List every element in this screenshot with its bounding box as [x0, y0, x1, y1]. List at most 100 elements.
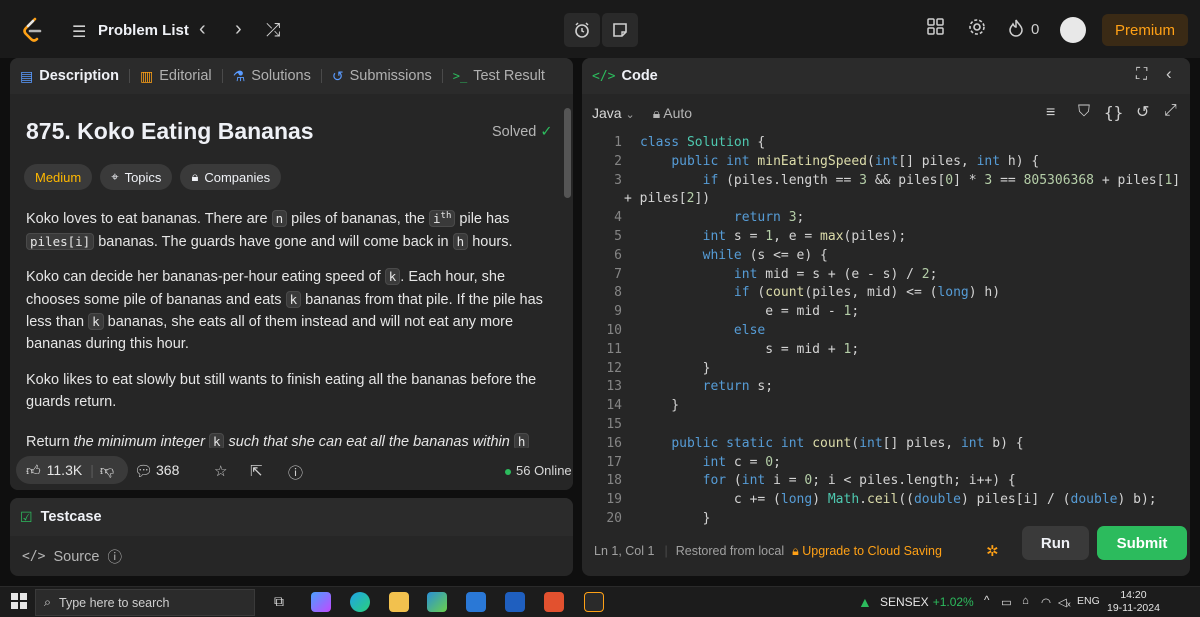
code-text: return s;	[702, 379, 774, 395]
upgrade-cloud-link[interactable]: 🔒︎ Upgrade to Cloud Saving	[792, 544, 942, 559]
code-line: 14 }	[582, 397, 1182, 416]
code-text: for (int i = 0; i < piles.length; i++) {	[702, 473, 1016, 489]
tray-chevron-icon[interactable]: ^	[984, 595, 989, 607]
battery-icon[interactable]: ▭	[1001, 595, 1012, 609]
volume-icon[interactable]: ◁ₓ	[1058, 595, 1071, 609]
run-button[interactable]: Run	[1022, 526, 1089, 560]
windows-start-icon[interactable]	[11, 593, 27, 613]
code-line: 9 e = mid - 1;	[582, 303, 1182, 322]
description-panel: ▤ Description ▥ Editorial ⚗ Solutions ↺ …	[10, 58, 573, 490]
wifi-icon[interactable]: ◠	[1041, 595, 1051, 609]
code-text: s = mid + 1;	[640, 341, 860, 357]
copilot-icon[interactable]	[311, 592, 331, 612]
code-line: 19 c += (long) Math.ceil((double) piles[…	[582, 491, 1182, 510]
premium-button[interactable]: Premium	[1102, 14, 1188, 46]
code-text: }	[640, 511, 711, 526]
problem-list-link[interactable]: Problem List	[98, 22, 189, 39]
tab-description[interactable]: ▤ Description	[10, 58, 129, 94]
thumbs-down-icon[interactable]: 👎︎	[100, 462, 114, 479]
inline-code: ith	[429, 210, 456, 228]
word-icon[interactable]	[505, 592, 525, 612]
prev-problem-icon[interactable]: ‹	[199, 18, 206, 41]
lock-icon: 🔒︎	[792, 543, 799, 558]
reset-icon[interactable]: ↺	[1136, 102, 1149, 122]
code-text: if (count(piles, mid) <= (long) h)	[733, 285, 1001, 301]
tab-editorial[interactable]: ▥ Editorial	[130, 58, 222, 94]
testcase-header[interactable]: ☑ Testcase	[10, 498, 573, 536]
difficulty-badge: Medium	[24, 164, 93, 190]
share-icon[interactable]: ⇱	[250, 462, 263, 480]
auto-mode[interactable]: 🔒︎ Auto	[653, 105, 692, 122]
code-text: while (s <= e) {	[702, 247, 828, 263]
tab-solutions[interactable]: ⚗ Solutions	[223, 58, 321, 94]
code-text: public static int count(int[] piles, int…	[671, 435, 1024, 451]
debugger-icon[interactable]: ✲	[986, 542, 999, 560]
tab-submissions[interactable]: ↺ Submissions	[322, 58, 442, 94]
collapse-chevron-icon[interactable]: ‹	[1166, 64, 1172, 84]
tab-test-result[interactable]: >_ Test Result	[443, 58, 555, 94]
sensex-widget[interactable]: SENSEX +1.02%	[880, 595, 974, 609]
leetcode-logo[interactable]	[22, 17, 44, 43]
like-button[interactable]: 👍︎ 11.3K | 👎︎	[16, 456, 128, 484]
help-icon[interactable]: ⓘ	[107, 546, 122, 567]
code-line: 18 for (int i = 0; i < piles.length; i++…	[582, 472, 1182, 491]
clock-date: 19-11-2024	[1107, 602, 1160, 614]
edge-icon[interactable]	[350, 592, 370, 612]
line-number: 6	[614, 247, 622, 263]
brave-icon[interactable]	[544, 592, 564, 612]
code-line: 15	[582, 416, 1182, 435]
language-indicator[interactable]: ENG	[1077, 595, 1100, 607]
star-icon[interactable]: ☆	[214, 462, 227, 480]
notes-button[interactable]	[602, 13, 638, 47]
store-icon[interactable]	[427, 592, 447, 612]
language-select[interactable]: Java ⌄	[592, 105, 635, 121]
tab-label: Solutions	[251, 68, 311, 84]
timer-button[interactable]	[564, 13, 600, 47]
avatar[interactable]	[1060, 17, 1086, 43]
maximize-icon[interactable]: ⛶	[1136, 66, 1147, 84]
layout-grid-icon[interactable]	[927, 18, 944, 40]
windows-taskbar: ⌕ Type here to search ⧉ ▲ SENSEX +1.02% ^…	[0, 586, 1200, 617]
tab-label: Editorial	[159, 68, 212, 84]
format-icon[interactable]: ≡	[1046, 104, 1055, 122]
taskbar-clock[interactable]: 14:20 19-11-2024	[1107, 589, 1160, 615]
history-icon: ↺	[331, 67, 344, 84]
next-problem-icon[interactable]: ›	[235, 18, 242, 41]
mode-label: Auto	[663, 104, 693, 121]
braces-icon[interactable]: {}	[1104, 103, 1123, 122]
leetcode-taskbar-icon[interactable]	[584, 592, 604, 612]
problem-list-icon[interactable]: ☰	[72, 22, 86, 42]
code-line: 7 int mid = s + (e - s) / 2;	[582, 266, 1182, 285]
expand-icon[interactable]: ⤢	[1164, 102, 1177, 120]
help-icon[interactable]: ⓘ	[288, 462, 303, 483]
like-count: 11.3K	[46, 462, 83, 478]
companies-chip[interactable]: 🔒︎ Companies	[180, 164, 282, 190]
mail-icon[interactable]	[466, 592, 486, 612]
check-circle-icon: ✓	[540, 124, 553, 140]
code-line: 5 int s = 1, e = max(piles);	[582, 228, 1182, 247]
upgrade-label: Upgrade to Cloud Saving	[802, 543, 942, 558]
code-line: 1 class Solution {	[582, 134, 1182, 153]
source-row[interactable]: </> Source ⓘ	[22, 546, 122, 567]
code-text: + piles[2])	[624, 191, 711, 207]
footer-divider: |	[664, 544, 668, 558]
comment-icon[interactable]: 💬︎	[134, 462, 153, 480]
task-view-icon[interactable]: ⧉	[274, 593, 284, 610]
bookmark-icon[interactable]: ⛉	[1078, 103, 1090, 121]
description-scrollbar[interactable]	[564, 108, 571, 198]
submit-button[interactable]: Submit	[1097, 526, 1187, 560]
topics-chip[interactable]: ⌖ Topics	[100, 164, 173, 190]
settings-gear-icon[interactable]	[968, 18, 986, 41]
text: hours.	[468, 233, 513, 250]
code-text: return 3;	[733, 210, 805, 226]
shuffle-icon[interactable]: ⤮	[266, 20, 280, 41]
line-number: 17	[606, 454, 622, 470]
code-icon: </>	[592, 68, 616, 84]
taskbar-search[interactable]: ⌕ Type here to search	[35, 589, 255, 616]
line-number: 12	[606, 360, 622, 376]
source-label: Source	[53, 548, 100, 565]
streak-flame-icon[interactable]	[1008, 19, 1024, 42]
code-editor[interactable]: 1 class Solution { 2 public int minEating…	[582, 132, 1188, 532]
file-explorer-icon[interactable]	[389, 592, 409, 612]
network-icon[interactable]: ⌂	[1022, 595, 1029, 607]
